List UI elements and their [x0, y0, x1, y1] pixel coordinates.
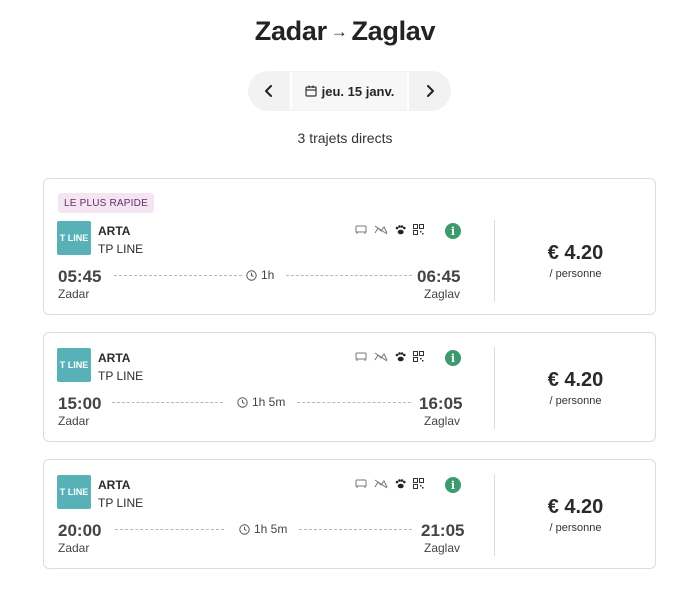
route-line	[299, 529, 412, 530]
arrival-city: Zaglav	[424, 414, 461, 428]
results-count: 3 trajets directs	[297, 130, 393, 146]
seat-icon	[355, 352, 367, 361]
pet-icon	[395, 478, 406, 488]
arrival-time: 06:45	[417, 267, 461, 286]
no-wifi-icon	[374, 352, 388, 361]
departure-time: 15:00	[58, 394, 102, 413]
origin-city: Zadar	[254, 16, 327, 46]
route-line	[286, 275, 412, 276]
date-label: jeu. 15 janv.	[321, 83, 395, 99]
price-unit: / personne	[549, 268, 602, 280]
qr-code-icon	[413, 224, 424, 235]
route-line	[297, 402, 411, 403]
arrival-time: 16:05	[419, 394, 463, 413]
trip-card[interactable]: T LINE ARTA TP LINE i 15:00 Zadar 1h 5m …	[43, 332, 656, 442]
seat-icon	[355, 479, 367, 488]
operator-subname: TP LINE	[98, 242, 144, 256]
next-day-button[interactable]	[409, 71, 451, 111]
departure-time: 05:45	[58, 267, 102, 286]
trip-duration: 1h 5m	[237, 395, 285, 409]
departure-city: Zadar	[58, 414, 90, 428]
page-title: Zadar → Zaglav	[0, 16, 690, 47]
departure-city: Zadar	[58, 541, 90, 555]
departure-city: Zadar	[58, 287, 90, 301]
operator-logo: T LINE	[57, 221, 91, 255]
trip-price: € 4.20	[547, 369, 604, 391]
arrival-time: 21:05	[421, 521, 465, 540]
trip-price: € 4.20	[547, 496, 604, 518]
info-icon[interactable]: i	[445, 223, 461, 239]
price-unit: / personne	[549, 522, 602, 534]
trip-duration: 1h 5m	[239, 522, 287, 536]
info-icon[interactable]: i	[445, 477, 461, 493]
arrival-city: Zaglav	[424, 287, 461, 301]
operator-subname: TP LINE	[98, 496, 144, 510]
amenities	[355, 351, 424, 362]
trip-duration: 1h	[246, 268, 274, 282]
no-wifi-icon	[374, 479, 388, 488]
fastest-badge: LE PLUS RAPIDE	[58, 193, 154, 213]
operator-name: ARTA	[98, 351, 131, 365]
chevron-right-icon	[427, 85, 434, 97]
price-unit: / personne	[549, 395, 602, 407]
operator-name: ARTA	[98, 478, 131, 492]
arrival-city: Zaglav	[424, 541, 461, 555]
departure-time: 20:00	[58, 521, 102, 540]
operator-logo: T LINE	[57, 475, 91, 509]
route-line	[115, 529, 224, 530]
amenities	[355, 224, 424, 235]
info-icon[interactable]: i	[445, 350, 461, 366]
pet-icon	[395, 351, 406, 361]
amenities	[355, 478, 424, 489]
operator-logo: T LINE	[57, 348, 91, 382]
calendar-icon	[305, 85, 317, 97]
clock-icon	[239, 523, 250, 535]
clock-icon	[237, 396, 248, 408]
chevron-left-icon	[265, 85, 272, 97]
clock-icon	[246, 269, 257, 281]
qr-code-icon	[413, 351, 424, 362]
route-line	[112, 402, 223, 403]
destination-city: Zaglav	[351, 16, 436, 46]
trip-card[interactable]: T LINE ARTA TP LINE i 20:00 Zadar 1h 5m …	[43, 459, 656, 569]
operator-subname: TP LINE	[98, 369, 144, 383]
no-wifi-icon	[374, 225, 388, 234]
previous-day-button[interactable]	[248, 71, 290, 111]
operator-name: ARTA	[98, 224, 131, 238]
date-navigator: jeu. 15 janv.	[248, 71, 451, 111]
route-arrow-icon: →	[330, 22, 348, 41]
seat-icon	[355, 225, 367, 234]
date-selector-button[interactable]: jeu. 15 janv.	[290, 72, 409, 110]
qr-code-icon	[413, 478, 424, 489]
pet-icon	[395, 224, 406, 234]
trip-price: € 4.20	[547, 242, 604, 264]
trip-card[interactable]: LE PLUS RAPIDE T LINE ARTA TP LINE i 05:…	[43, 178, 656, 315]
route-line	[114, 275, 242, 276]
